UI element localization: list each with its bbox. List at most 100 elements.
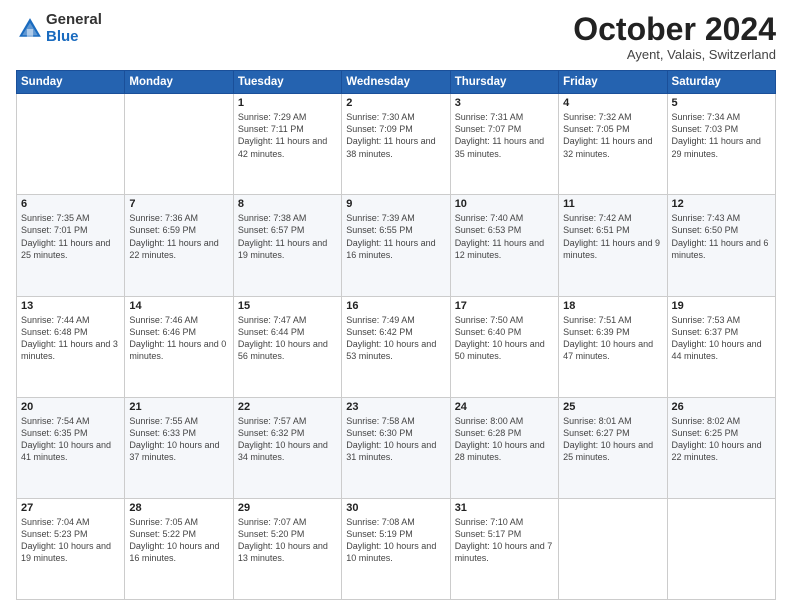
calendar-cell: 6Sunrise: 7:35 AM Sunset: 7:01 PM Daylig… bbox=[17, 195, 125, 296]
calendar-cell: 21Sunrise: 7:55 AM Sunset: 6:33 PM Dayli… bbox=[125, 397, 233, 498]
calendar-week-4: 20Sunrise: 7:54 AM Sunset: 6:35 PM Dayli… bbox=[17, 397, 776, 498]
day-number: 5 bbox=[672, 97, 771, 109]
day-number: 14 bbox=[129, 300, 228, 312]
calendar-cell: 13 Sunrise: 7:44 AM Sunset: 6:48 PM Dayli… bbox=[17, 296, 125, 397]
day-info: Sunrise: 7:40 AM Sunset: 6:53 PM Dayligh… bbox=[455, 212, 554, 261]
logo: General Blue bbox=[16, 12, 102, 45]
day-info: Sunrise: 7:44 AM Sunset: 6:48 PM Dayligh… bbox=[21, 314, 120, 363]
calendar-cell: 27 Sunrise: 7:04 AM Sunset: 5:23 PM Dayli… bbox=[17, 498, 125, 599]
day-number: 3 bbox=[455, 97, 554, 109]
day-number: 9 bbox=[346, 198, 445, 210]
calendar-cell: 25 Sunrise: 8:01 AM Sunset: 6:27 PM Dayli… bbox=[559, 397, 667, 498]
calendar-cell bbox=[559, 498, 667, 599]
month-title: October 2024 bbox=[573, 12, 776, 47]
calendar-cell: 8Sunrise: 7:38 AM Sunset: 6:57 PM Daylig… bbox=[233, 195, 341, 296]
day-number: 4 bbox=[563, 97, 662, 109]
day-number: 1 bbox=[238, 97, 337, 109]
calendar-cell: 12 Sunrise: 7:43 AM Sunset: 6:50 PM Dayli… bbox=[667, 195, 775, 296]
day-number: 31 bbox=[455, 502, 554, 514]
col-thursday: Thursday bbox=[450, 71, 558, 94]
calendar-cell bbox=[17, 94, 125, 195]
day-info: Sunrise: 7:30 AM Sunset: 7:09 PM Dayligh… bbox=[346, 111, 445, 160]
subtitle: Ayent, Valais, Switzerland bbox=[573, 47, 776, 62]
calendar-cell bbox=[125, 94, 233, 195]
day-number: 16 bbox=[346, 300, 445, 312]
day-info: Sunrise: 7:10 AM Sunset: 5:17 PM Dayligh… bbox=[455, 516, 554, 565]
day-number: 23 bbox=[346, 401, 445, 413]
header-row: Sunday Monday Tuesday Wednesday Thursday… bbox=[17, 71, 776, 94]
day-info: Sunrise: 8:01 AM Sunset: 6:27 PM Dayligh… bbox=[563, 415, 662, 464]
day-number: 30 bbox=[346, 502, 445, 514]
day-info: Sunrise: 7:53 AM Sunset: 6:37 PM Dayligh… bbox=[672, 314, 771, 363]
header: General Blue October 2024 Ayent, Valais,… bbox=[16, 12, 776, 62]
calendar-cell: 22 Sunrise: 7:57 AM Sunset: 6:32 PM Dayli… bbox=[233, 397, 341, 498]
calendar-cell: 28 Sunrise: 7:05 AM Sunset: 5:22 PM Dayli… bbox=[125, 498, 233, 599]
day-number: 7 bbox=[129, 198, 228, 210]
calendar-cell: 24 Sunrise: 8:00 AM Sunset: 6:28 PM Dayli… bbox=[450, 397, 558, 498]
day-info: Sunrise: 7:08 AM Sunset: 5:19 PM Dayligh… bbox=[346, 516, 445, 565]
calendar-cell: 1 Sunrise: 7:29 AM Sunset: 7:11 PM Daylig… bbox=[233, 94, 341, 195]
day-info: Sunrise: 7:38 AM Sunset: 6:57 PM Dayligh… bbox=[238, 212, 337, 261]
col-tuesday: Tuesday bbox=[233, 71, 341, 94]
col-wednesday: Wednesday bbox=[342, 71, 450, 94]
day-number: 28 bbox=[129, 502, 228, 514]
day-number: 12 bbox=[672, 198, 771, 210]
calendar-table: Sunday Monday Tuesday Wednesday Thursday… bbox=[16, 70, 776, 600]
day-info: Sunrise: 7:32 AM Sunset: 7:05 PM Dayligh… bbox=[563, 111, 662, 160]
col-friday: Friday bbox=[559, 71, 667, 94]
day-info: Sunrise: 7:43 AM Sunset: 6:50 PM Dayligh… bbox=[672, 212, 771, 261]
day-number: 2 bbox=[346, 97, 445, 109]
calendar-cell: 5 Sunrise: 7:34 AM Sunset: 7:03 PM Daylig… bbox=[667, 94, 775, 195]
day-info: Sunrise: 7:42 AM Sunset: 6:51 PM Dayligh… bbox=[563, 212, 662, 261]
calendar-cell: 29 Sunrise: 7:07 AM Sunset: 5:20 PM Dayli… bbox=[233, 498, 341, 599]
calendar-week-2: 6Sunrise: 7:35 AM Sunset: 7:01 PM Daylig… bbox=[17, 195, 776, 296]
calendar-cell: 11Sunrise: 7:42 AM Sunset: 6:51 PM Dayli… bbox=[559, 195, 667, 296]
day-info: Sunrise: 7:49 AM Sunset: 6:42 PM Dayligh… bbox=[346, 314, 445, 363]
day-number: 27 bbox=[21, 502, 120, 514]
day-info: Sunrise: 7:04 AM Sunset: 5:23 PM Dayligh… bbox=[21, 516, 120, 565]
calendar-cell: 19 Sunrise: 7:53 AM Sunset: 6:37 PM Dayli… bbox=[667, 296, 775, 397]
calendar-week-5: 27 Sunrise: 7:04 AM Sunset: 5:23 PM Dayli… bbox=[17, 498, 776, 599]
day-number: 13 bbox=[21, 300, 120, 312]
day-info: Sunrise: 7:31 AM Sunset: 7:07 PM Dayligh… bbox=[455, 111, 554, 160]
day-info: Sunrise: 7:29 AM Sunset: 7:11 PM Dayligh… bbox=[238, 111, 337, 160]
calendar-cell: 10Sunrise: 7:40 AM Sunset: 6:53 PM Dayli… bbox=[450, 195, 558, 296]
calendar-cell: 20Sunrise: 7:54 AM Sunset: 6:35 PM Dayli… bbox=[17, 397, 125, 498]
day-info: Sunrise: 7:50 AM Sunset: 6:40 PM Dayligh… bbox=[455, 314, 554, 363]
calendar-cell: 26Sunrise: 8:02 AM Sunset: 6:25 PM Dayli… bbox=[667, 397, 775, 498]
calendar-cell: 30 Sunrise: 7:08 AM Sunset: 5:19 PM Dayli… bbox=[342, 498, 450, 599]
day-number: 26 bbox=[672, 401, 771, 413]
day-number: 20 bbox=[21, 401, 120, 413]
calendar-cell: 3 Sunrise: 7:31 AM Sunset: 7:07 PM Daylig… bbox=[450, 94, 558, 195]
day-number: 15 bbox=[238, 300, 337, 312]
day-info: Sunrise: 7:46 AM Sunset: 6:46 PM Dayligh… bbox=[129, 314, 228, 363]
calendar-cell bbox=[667, 498, 775, 599]
day-number: 19 bbox=[672, 300, 771, 312]
calendar-cell: 7Sunrise: 7:36 AM Sunset: 6:59 PM Daylig… bbox=[125, 195, 233, 296]
day-info: Sunrise: 7:58 AM Sunset: 6:30 PM Dayligh… bbox=[346, 415, 445, 464]
day-info: Sunrise: 7:47 AM Sunset: 6:44 PM Dayligh… bbox=[238, 314, 337, 363]
day-number: 25 bbox=[563, 401, 662, 413]
calendar-week-1: 1 Sunrise: 7:29 AM Sunset: 7:11 PM Daylig… bbox=[17, 94, 776, 195]
calendar-cell: 31 Sunrise: 7:10 AM Sunset: 5:17 PM Dayli… bbox=[450, 498, 558, 599]
day-info: Sunrise: 7:57 AM Sunset: 6:32 PM Dayligh… bbox=[238, 415, 337, 464]
day-info: Sunrise: 7:35 AM Sunset: 7:01 PM Dayligh… bbox=[21, 212, 120, 261]
day-info: Sunrise: 7:34 AM Sunset: 7:03 PM Dayligh… bbox=[672, 111, 771, 160]
day-info: Sunrise: 7:05 AM Sunset: 5:22 PM Dayligh… bbox=[129, 516, 228, 565]
logo-text: General Blue bbox=[46, 12, 102, 45]
calendar-cell: 4 Sunrise: 7:32 AM Sunset: 7:05 PM Daylig… bbox=[559, 94, 667, 195]
title-block: October 2024 Ayent, Valais, Switzerland bbox=[573, 12, 776, 62]
day-info: Sunrise: 7:55 AM Sunset: 6:33 PM Dayligh… bbox=[129, 415, 228, 464]
day-info: Sunrise: 7:07 AM Sunset: 5:20 PM Dayligh… bbox=[238, 516, 337, 565]
day-info: Sunrise: 8:00 AM Sunset: 6:28 PM Dayligh… bbox=[455, 415, 554, 464]
day-number: 24 bbox=[455, 401, 554, 413]
day-number: 29 bbox=[238, 502, 337, 514]
col-monday: Monday bbox=[125, 71, 233, 94]
calendar-cell: 15 Sunrise: 7:47 AM Sunset: 6:44 PM Dayli… bbox=[233, 296, 341, 397]
calendar-cell: 16 Sunrise: 7:49 AM Sunset: 6:42 PM Dayli… bbox=[342, 296, 450, 397]
day-number: 22 bbox=[238, 401, 337, 413]
logo-icon bbox=[16, 15, 44, 43]
col-saturday: Saturday bbox=[667, 71, 775, 94]
calendar-cell: 17 Sunrise: 7:50 AM Sunset: 6:40 PM Dayli… bbox=[450, 296, 558, 397]
day-number: 17 bbox=[455, 300, 554, 312]
